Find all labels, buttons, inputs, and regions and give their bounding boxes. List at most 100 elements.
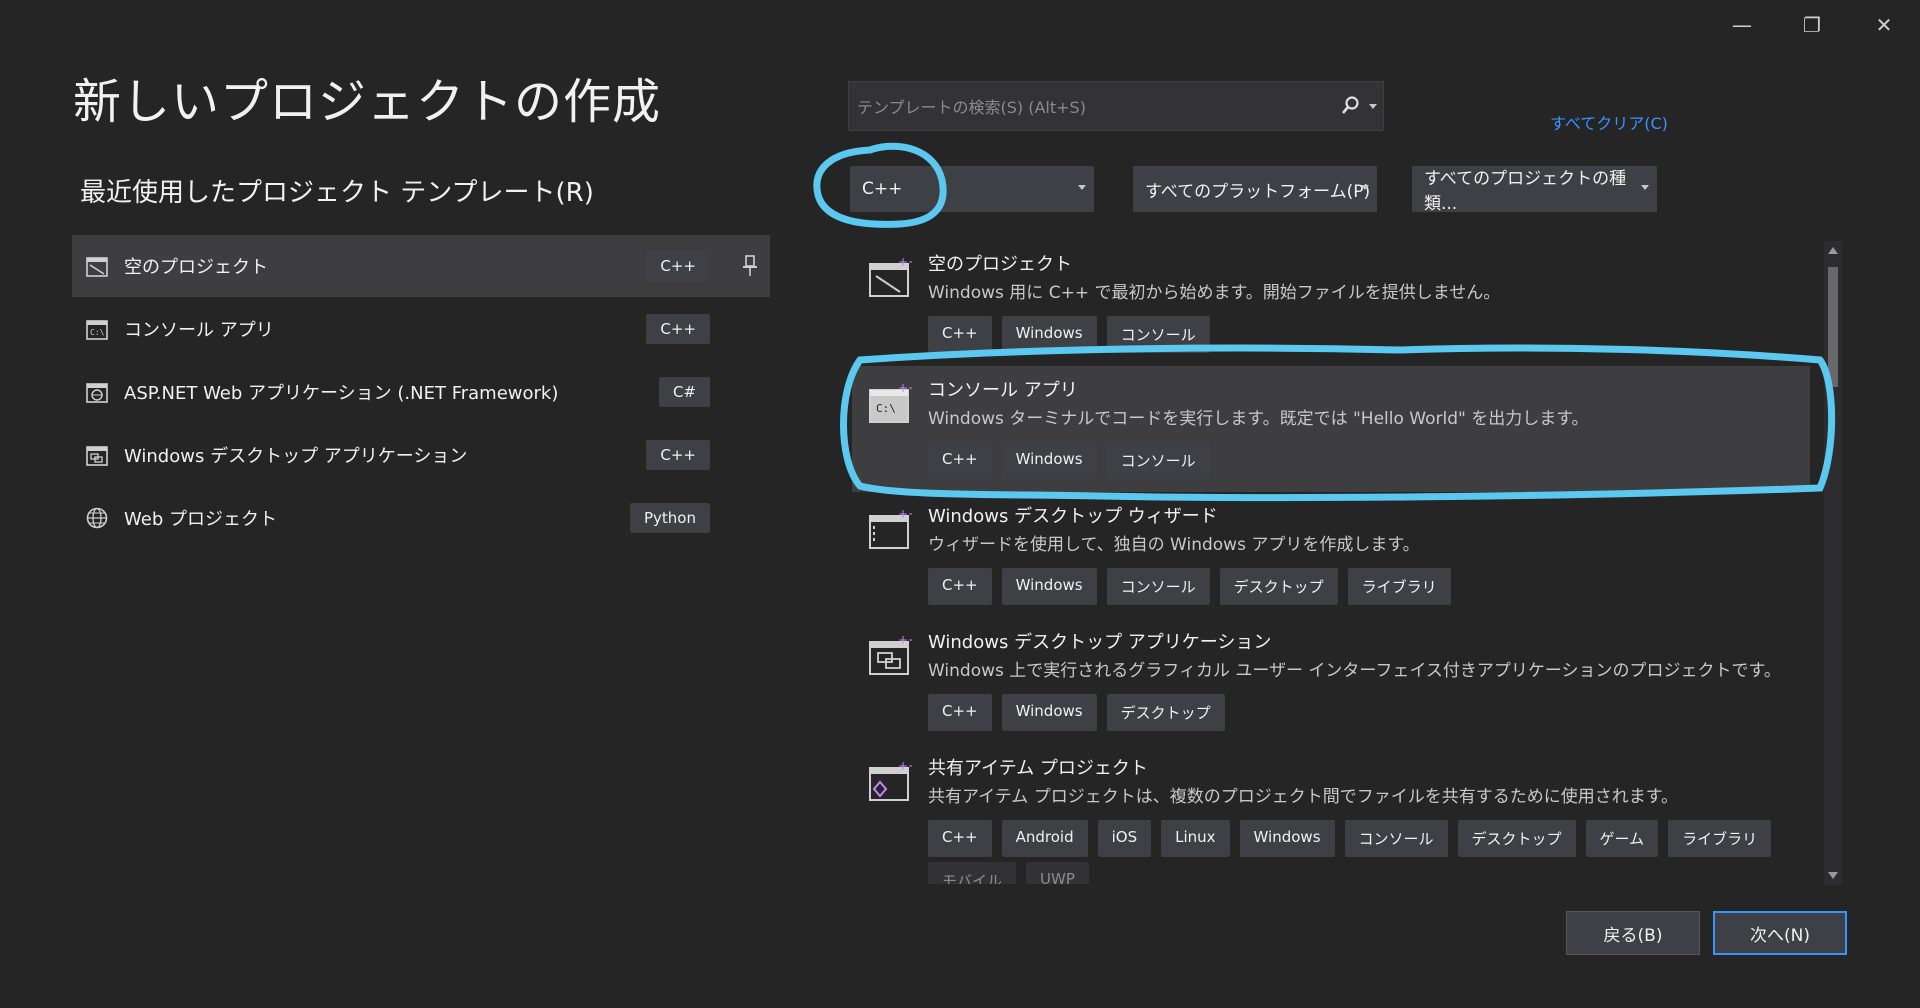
tag-chip: コンソール: [1106, 442, 1210, 479]
tag-chip: モバイル: [928, 862, 1017, 884]
tag-chip: Windows: [1239, 820, 1335, 857]
close-button[interactable]: ✕: [1856, 8, 1912, 42]
back-button[interactable]: 戻る(B): [1566, 911, 1700, 955]
template-item-console-app[interactable]: C:\++ コンソール アプリ Windows ターミナルでコードを実行します。…: [852, 366, 1810, 492]
template-item-shared-items[interactable]: ++ 共有アイテム プロジェクト 共有アイテム プロジェクトは、複数のプロジェク…: [852, 744, 1810, 884]
scroll-down-icon[interactable]: [1828, 872, 1838, 879]
tag-chip: C++: [928, 442, 992, 479]
svg-text:++: ++: [898, 760, 912, 773]
svg-text:++: ++: [898, 634, 912, 647]
search-input[interactable]: テンプレートの検索(S) (Alt+S): [857, 94, 1333, 118]
tag-chip: C++: [928, 568, 992, 605]
template-description: Windows ターミナルでコードを実行します。既定では "Hello Worl…: [928, 409, 1589, 429]
tag-chip: Linux: [1161, 820, 1230, 857]
template-tags: C++ Windows コンソール: [928, 442, 1210, 479]
desktop-app-icon: ++: [869, 634, 912, 675]
restore-button[interactable]: ❐: [1784, 8, 1840, 42]
template-name: 空のプロジェクト: [928, 254, 1072, 275]
template-name: Windows デスクトップ アプリケーション: [928, 632, 1272, 653]
chevron-down-icon: [1361, 185, 1369, 190]
template-description: Windows 上で実行されるグラフィカル ユーザー インターフェイス付きアプリ…: [928, 661, 1781, 681]
template-tags: C++ Windows コンソール デスクトップ ライブラリ: [928, 568, 1451, 605]
template-item-desktop-app[interactable]: ++ Windows デスクトップ アプリケーション Windows 上で実行さ…: [852, 618, 1810, 744]
language-badge: C++: [646, 251, 710, 281]
tag-chip: コンソール: [1106, 316, 1210, 353]
template-tags-partial: モバイル UWP: [928, 862, 1089, 884]
console-app-icon: C:\: [84, 316, 110, 342]
language-filter-value: C++: [862, 179, 903, 199]
tag-chip: Windows: [1001, 316, 1097, 353]
recent-templates-heading: 最近使用したプロジェクト テンプレート(R): [80, 178, 594, 208]
minimize-button[interactable]: —: [1714, 8, 1770, 42]
project-type-filter-value: すべてのプロジェクトの種類...: [1424, 169, 1627, 214]
svg-text:++: ++: [898, 382, 912, 395]
project-type-filter-dropdown[interactable]: すべてのプロジェクトの種類...: [1412, 166, 1657, 214]
search-icon[interactable]: [1333, 88, 1369, 124]
template-description: Windows 用に C++ で最初から始めます。開始ファイルを提供しません。: [928, 283, 1501, 303]
template-search-box[interactable]: テンプレートの検索(S) (Alt+S): [848, 81, 1384, 131]
template-item-empty-project[interactable]: ++ 空のプロジェクト Windows 用に C++ で最初から始めます。開始フ…: [852, 240, 1810, 366]
tag-chip: Android: [1001, 820, 1088, 857]
restore-icon: ❐: [1803, 13, 1821, 37]
tag-chip: ライブラリ: [1668, 820, 1772, 857]
pin-icon[interactable]: [742, 255, 758, 277]
language-filter-dropdown[interactable]: C++: [850, 166, 1094, 212]
template-item-desktop-wizard[interactable]: ++ Windows デスクトップ ウィザード ウィザードを使用して、独自の W…: [852, 492, 1810, 618]
template-tags: C++ Windows コンソール: [928, 316, 1210, 353]
chevron-down-icon: [1641, 185, 1649, 190]
template-list-scrollbar[interactable]: [1824, 241, 1842, 885]
tag-chip: iOS: [1097, 820, 1152, 857]
svg-text:++: ++: [898, 256, 912, 269]
tag-chip: デスクトップ: [1219, 568, 1338, 605]
language-badge: Python: [630, 503, 710, 533]
scroll-up-icon[interactable]: [1828, 247, 1838, 254]
platform-filter-value: すべてのプラットフォーム(P): [1145, 181, 1371, 202]
shared-items-icon: ++: [869, 760, 912, 801]
svg-text:++: ++: [898, 508, 912, 521]
next-button[interactable]: 次へ(N): [1713, 911, 1847, 955]
recent-item-desktop-app[interactable]: Windows デスクトップ アプリケーション C++: [72, 424, 770, 486]
tag-chip: ライブラリ: [1347, 568, 1451, 605]
web-app-icon: [84, 379, 110, 405]
template-description: 共有アイテム プロジェクトは、複数のプロジェクト間でファイルを共有するために使用…: [928, 787, 1679, 807]
tag-chip: Windows: [1001, 694, 1097, 731]
svg-text:C:\: C:\: [90, 328, 105, 337]
console-app-icon: C:\++: [869, 382, 912, 423]
language-badge: C#: [658, 377, 710, 407]
desktop-app-icon: [84, 442, 110, 468]
minimize-icon: —: [1732, 13, 1752, 37]
tag-chip: コンソール: [1344, 820, 1448, 857]
recent-item-console-app[interactable]: C:\ コンソール アプリ C++: [72, 298, 770, 360]
close-icon: ✕: [1875, 13, 1893, 37]
template-name: Windows デスクトップ ウィザード: [928, 506, 1218, 527]
tag-chip: C++: [928, 820, 992, 857]
tag-chip: ゲーム: [1585, 820, 1659, 857]
page-title: 新しいプロジェクトの作成: [73, 74, 662, 130]
tag-chip: Windows: [1001, 442, 1097, 479]
clear-all-link[interactable]: すべてクリア(C): [1550, 110, 1668, 134]
tag-chip: C++: [928, 694, 992, 731]
tag-chip: デスクトップ: [1106, 694, 1225, 731]
empty-project-icon: [84, 253, 110, 279]
tag-chip: コンソール: [1106, 568, 1210, 605]
template-name: 共有アイテム プロジェクト: [928, 758, 1148, 779]
recent-item-aspnet-web[interactable]: ASP.NET Web アプリケーション (.NET Framework) C#: [72, 361, 770, 423]
recent-item-empty-project[interactable]: 空のプロジェクト C++: [72, 235, 770, 297]
template-tags: C++ Windows デスクトップ: [928, 694, 1225, 731]
language-badge: C++: [646, 314, 710, 344]
search-options-chevron-icon[interactable]: [1369, 103, 1377, 109]
language-badge: C++: [646, 440, 710, 470]
empty-project-icon: ++: [869, 256, 912, 297]
tag-chip: Windows: [1001, 568, 1097, 605]
template-tags: C++ Android iOS Linux Windows コンソール デスクト…: [928, 820, 1772, 857]
tag-chip: C++: [928, 316, 992, 353]
svg-text:C:\: C:\: [876, 402, 896, 415]
platform-filter-dropdown[interactable]: すべてのプラットフォーム(P): [1133, 166, 1377, 212]
scrollbar-thumb[interactable]: [1828, 267, 1838, 387]
tag-chip: UWP: [1026, 862, 1089, 884]
wizard-icon: ++: [869, 508, 912, 549]
chevron-down-icon: [1078, 185, 1086, 190]
template-description: ウィザードを使用して、独自の Windows アプリを作成します。: [928, 535, 1420, 555]
recent-item-web-project[interactable]: Web プロジェクト Python: [72, 487, 770, 549]
tag-chip: デスクトップ: [1457, 820, 1576, 857]
